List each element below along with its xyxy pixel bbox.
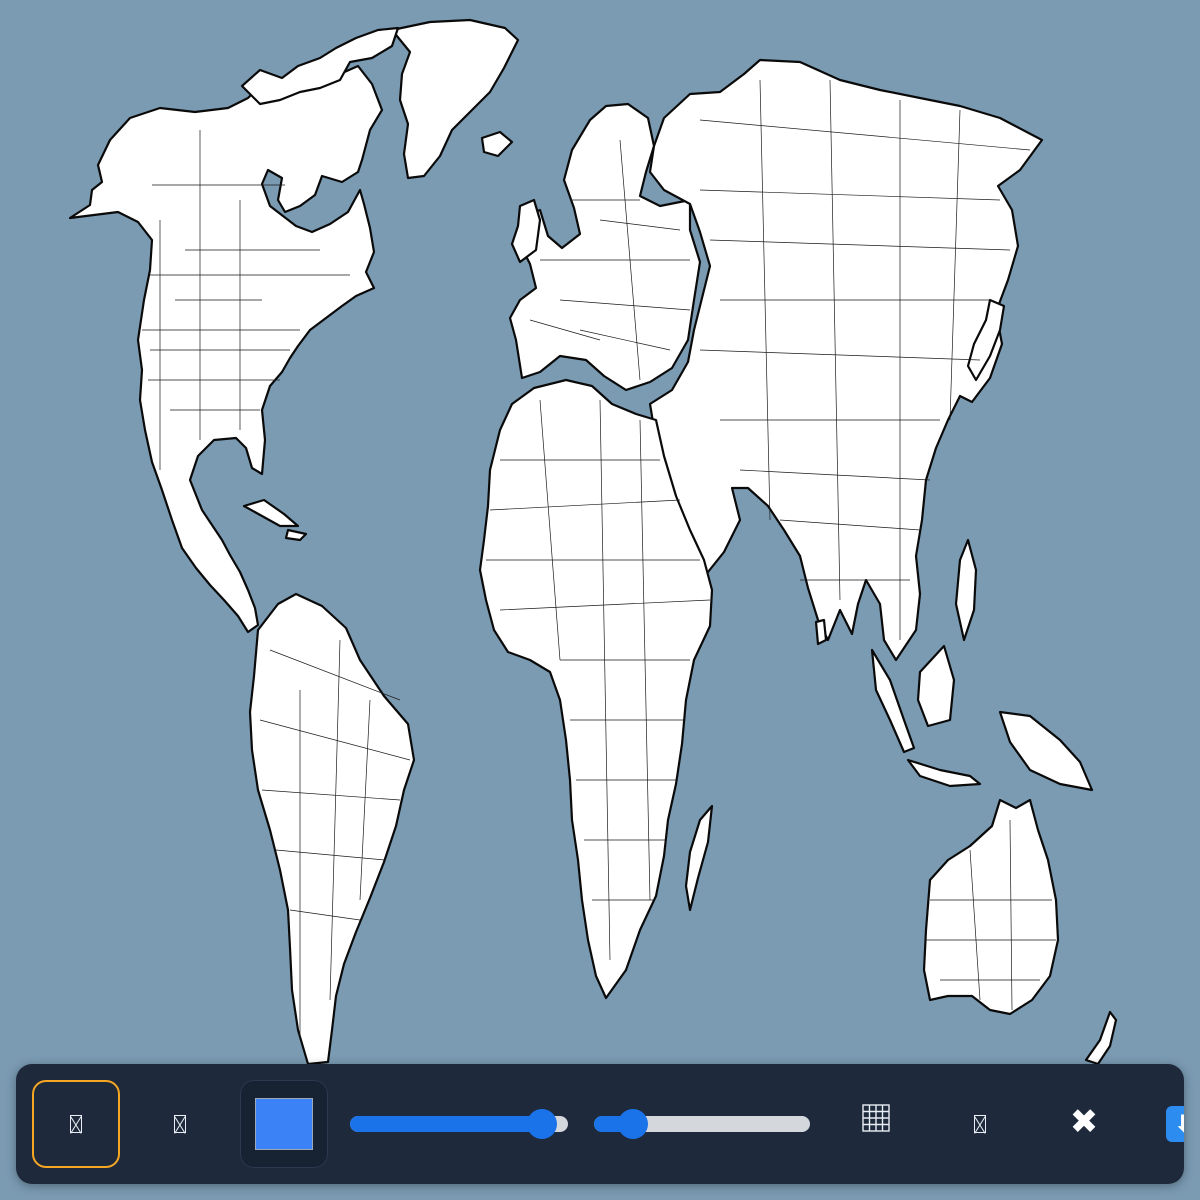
world-map[interactable] bbox=[0, 0, 1200, 1200]
clear-button[interactable]: ✖ bbox=[1040, 1078, 1128, 1166]
opacity-slider[interactable] bbox=[594, 1109, 810, 1139]
grid-icon bbox=[862, 1104, 890, 1132]
toolbar: ✖ ⬇ bbox=[16, 1064, 1184, 1184]
brush-size-slider[interactable] bbox=[350, 1109, 568, 1139]
brush-size-slider-thumb[interactable] bbox=[526, 1109, 557, 1139]
tool-button-1[interactable] bbox=[32, 1080, 120, 1168]
close-icon: ✖ bbox=[1069, 1102, 1099, 1142]
tool-button-2[interactable] bbox=[136, 1080, 224, 1168]
download-icon: ⬇ bbox=[1173, 1110, 1184, 1138]
unknown-glyph-icon bbox=[70, 1115, 82, 1133]
sri-lanka[interactable] bbox=[814, 618, 828, 646]
unknown-glyph-icon bbox=[174, 1115, 186, 1133]
download-button[interactable]: ⬇ bbox=[1166, 1106, 1184, 1142]
grid-toggle-button[interactable] bbox=[832, 1074, 920, 1162]
color-picker-button[interactable] bbox=[240, 1080, 328, 1168]
unknown-glyph-icon bbox=[974, 1115, 986, 1133]
brush-size-slider-fill bbox=[350, 1116, 542, 1132]
map-coloring-app: ✖ ⬇ bbox=[0, 0, 1200, 1200]
opacity-slider-thumb[interactable] bbox=[617, 1109, 648, 1139]
extra-tool-button[interactable] bbox=[936, 1080, 1024, 1168]
color-swatch bbox=[255, 1098, 313, 1150]
